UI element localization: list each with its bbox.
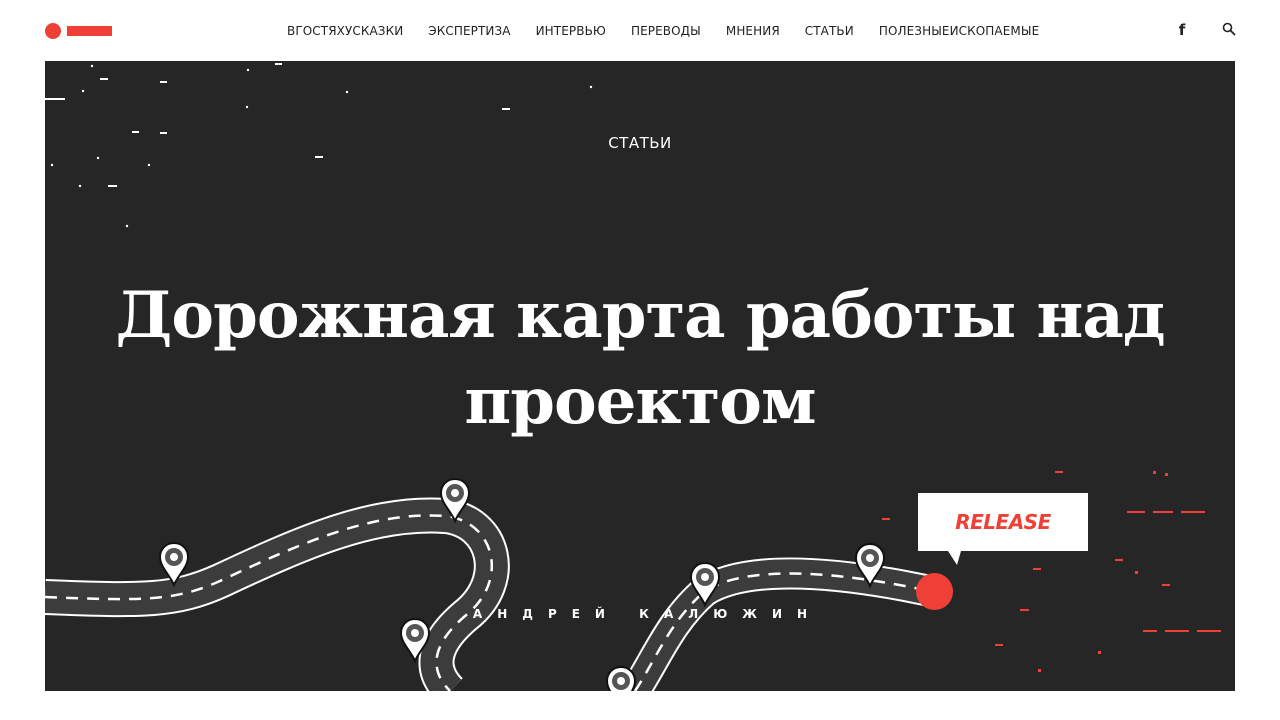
nav-item-vgostyahuskazki[interactable]: ВГОСТЯХУСКАЗКИ: [287, 22, 403, 40]
logo[interactable]: [45, 23, 115, 39]
nav-item-expertiza[interactable]: ЭКСПЕРТИЗА: [428, 22, 510, 40]
article-author[interactable]: АНДРЕЙ КАЛЮЖИН: [45, 607, 1235, 621]
nav-item-perevody[interactable]: ПЕРЕВОДЫ: [631, 22, 701, 40]
map-pin-icon: [605, 665, 637, 691]
nav-item-mneniya[interactable]: МНЕНИЯ: [726, 22, 780, 40]
nav-item-poleznye-iskopaemye[interactable]: ПОЛЕЗНЫЕИСКОПАЕМЫЕ: [879, 22, 1039, 40]
site-header: ВГОСТЯХУСКАЗКИ ЭКСПЕРТИЗА ИНТЕРВЬЮ ПЕРЕВ…: [0, 0, 1280, 61]
nav-item-stati[interactable]: СТАТЬИ: [805, 22, 854, 40]
road: [45, 497, 939, 691]
hero-banner[interactable]: СТАТЬИ Дорожная карта работы над проекто…: [45, 61, 1235, 691]
logo-dot-icon: [45, 23, 61, 39]
nav-item-interview[interactable]: ИНТЕРВЬЮ: [536, 22, 606, 40]
release-callout: RELEASE: [918, 493, 1088, 565]
facebook-icon[interactable]: f: [1174, 21, 1190, 39]
main-nav: ВГОСТЯХУСКАЗКИ ЭКСПЕРТИЗА ИНТЕРВЬЮ ПЕРЕВ…: [287, 22, 1039, 40]
logo-bar-icon: [67, 26, 112, 36]
release-label: RELEASE: [955, 510, 1051, 534]
finish-dot-icon: [916, 573, 953, 610]
search-icon[interactable]: [1222, 22, 1236, 36]
article-category[interactable]: СТАТЬИ: [45, 134, 1235, 152]
article-title[interactable]: Дорожная карта работы над проектом: [105, 273, 1175, 445]
